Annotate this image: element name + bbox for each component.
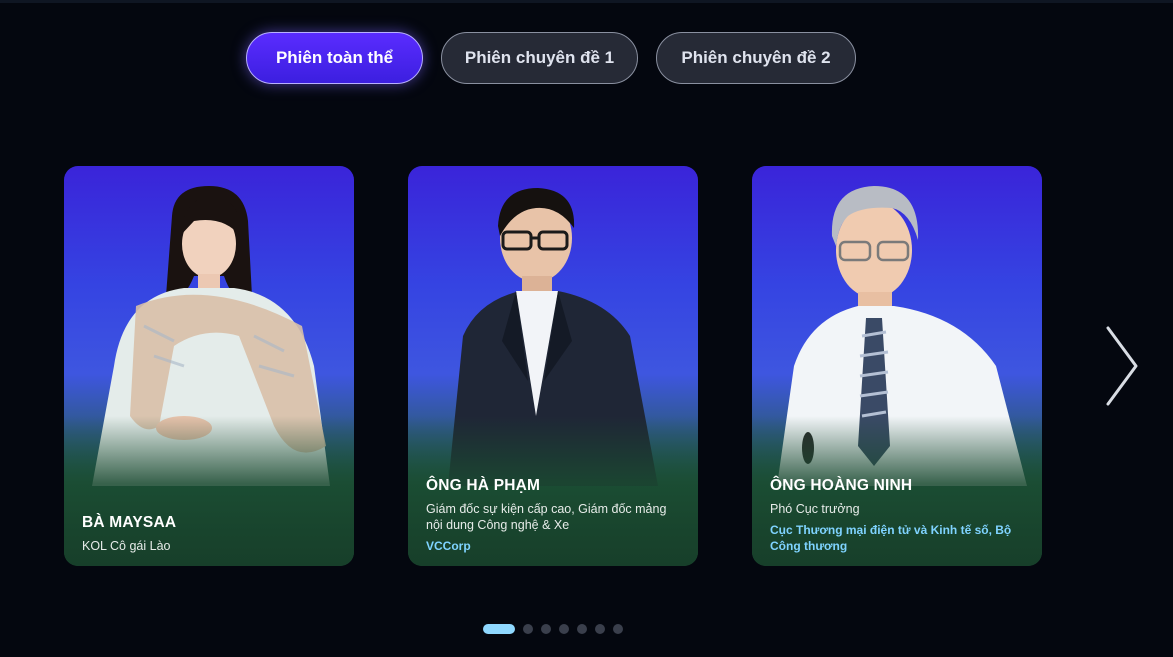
speaker-card[interactable]: ÔNG HOÀNG NINH Phó Cục trưởng Cục Thương… xyxy=(752,166,1042,566)
speaker-role: Giám đốc sự kiện cấp cao, Giám đốc mảng … xyxy=(426,502,667,532)
pagination-dot[interactable] xyxy=(595,624,605,634)
speaker-name: ÔNG HOÀNG NINH xyxy=(770,477,913,494)
speaker-card[interactable]: BÀ MAYSAA KOL Cô gái Lào xyxy=(64,166,354,566)
top-divider xyxy=(0,0,1173,3)
carousel-pagination xyxy=(483,624,623,634)
pagination-dot[interactable] xyxy=(523,624,533,634)
speaker-info: ÔNG HOÀNG NINH Phó Cục trưởng Cục Thương… xyxy=(770,477,1024,554)
pagination-dot[interactable] xyxy=(541,624,551,634)
speaker-organization: Cục Thương mại điện tử và Kinh tế số, Bộ… xyxy=(770,523,1012,553)
pagination-dot[interactable] xyxy=(483,624,515,634)
tab-plenary-session[interactable]: Phiên toàn thể xyxy=(246,32,423,84)
speaker-info: ÔNG HÀ PHẠM Giám đốc sự kiện cấp cao, Gi… xyxy=(426,477,680,554)
speaker-role: Phó Cục trưởng xyxy=(770,502,860,516)
pagination-dot[interactable] xyxy=(613,624,623,634)
chevron-right-icon[interactable] xyxy=(1100,322,1144,410)
speaker-name: BÀ MAYSAA xyxy=(82,514,177,531)
speaker-organization: VCCorp xyxy=(426,539,471,553)
speakers-section: Phiên toàn thể Phiên chuyên đề 1 Phiên c… xyxy=(0,0,1173,657)
tab-topic-session-2[interactable]: Phiên chuyên đề 2 xyxy=(656,32,856,84)
speaker-name: ÔNG HÀ PHẠM xyxy=(426,477,541,494)
speaker-role: KOL Cô gái Lào xyxy=(82,539,171,553)
tab-topic-session-1[interactable]: Phiên chuyên đề 1 xyxy=(441,32,638,84)
pagination-dot[interactable] xyxy=(559,624,569,634)
speaker-card[interactable]: ÔNG HÀ PHẠM Giám đốc sự kiện cấp cao, Gi… xyxy=(408,166,698,566)
speaker-info: BÀ MAYSAA KOL Cô gái Lào xyxy=(82,514,336,554)
pagination-dot[interactable] xyxy=(577,624,587,634)
session-tabs: Phiên toàn thể Phiên chuyên đề 1 Phiên c… xyxy=(246,32,856,84)
